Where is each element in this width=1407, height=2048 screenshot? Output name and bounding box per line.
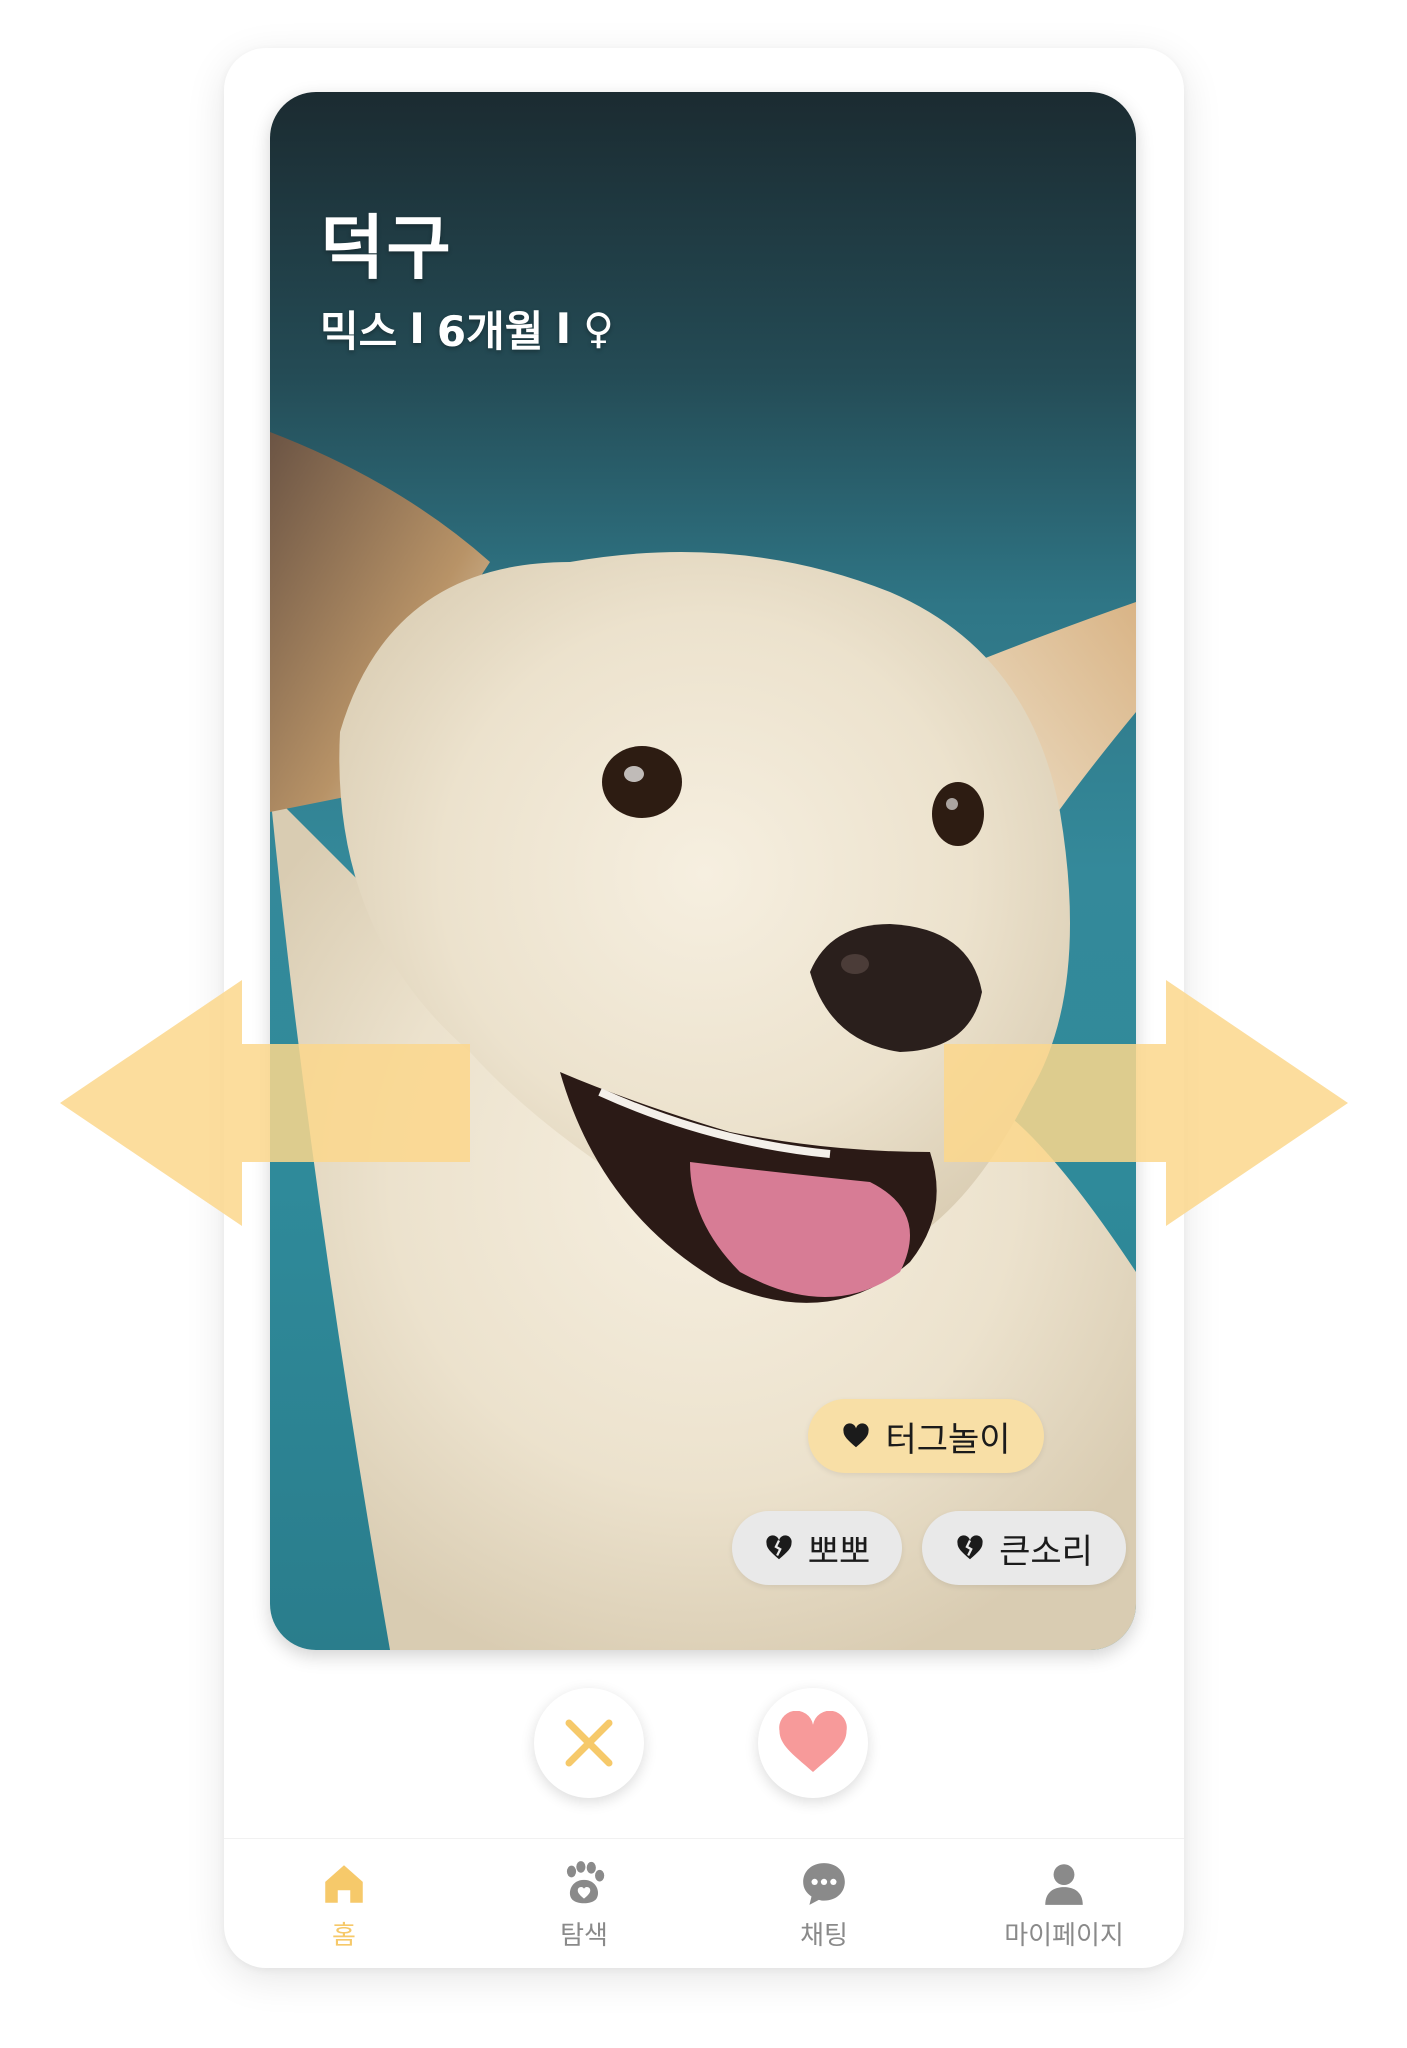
dislike-tag: 뽀뽀	[732, 1511, 902, 1585]
tab-mypage[interactable]: 마이페이지	[944, 1839, 1184, 1968]
pet-name: 덕구	[320, 207, 453, 289]
tab-label: 채팅	[800, 1921, 848, 1951]
broken-heart-icon	[766, 1535, 792, 1560]
dislike-tag-label: 큰소리	[999, 1531, 1093, 1572]
heart-icon	[843, 1423, 870, 1448]
tab-label: 홈	[332, 1921, 356, 1951]
pet-gender-symbol: ♀	[583, 304, 614, 353]
pet-age: 6개월	[436, 307, 544, 356]
close-icon	[565, 1719, 613, 1767]
tab-chat[interactable]: 채팅	[704, 1839, 944, 1968]
tab-explore[interactable]: 탐색	[464, 1839, 704, 1968]
pet-card[interactable]: 덕구 믹스 I 6개월 I ♀ 터그놀이 뽀뽀 큰소리	[270, 92, 1136, 1650]
chat-icon	[803, 1863, 845, 1905]
pet-info: 믹스 I 6개월 I ♀	[320, 298, 614, 359]
broken-heart-icon	[957, 1535, 983, 1560]
tab-home[interactable]: 홈	[224, 1839, 464, 1968]
pass-button[interactable]	[534, 1688, 644, 1798]
paw-icon	[566, 1861, 605, 1904]
home-icon	[325, 1865, 363, 1903]
like-tag: 터그놀이	[808, 1399, 1044, 1473]
bottom-tab-bar: 홈 탐색 채팅 마이페이지	[224, 1838, 1184, 1968]
tab-label: 탐색	[560, 1921, 608, 1951]
swipe-right-arrow-icon[interactable]	[944, 980, 1348, 1226]
dislike-tag-label: 뽀뽀	[807, 1531, 871, 1572]
info-separator: I	[409, 304, 425, 353]
tab-label: 마이페이지	[1004, 1921, 1124, 1951]
pet-breed: 믹스	[320, 307, 398, 356]
like-tag-label: 터그놀이	[885, 1419, 1011, 1460]
user-icon	[1045, 1864, 1083, 1905]
like-button[interactable]	[758, 1688, 868, 1798]
heart-icon	[779, 1711, 847, 1772]
dislike-tag: 큰소리	[922, 1511, 1126, 1585]
info-separator: I	[555, 304, 572, 353]
screen: 덕구 믹스 I 6개월 I ♀ 터그놀이 뽀뽀 큰소리 홈 탐색 채팅 마이페이…	[0, 0, 1407, 2048]
swipe-left-arrow-icon[interactable]	[60, 980, 470, 1226]
